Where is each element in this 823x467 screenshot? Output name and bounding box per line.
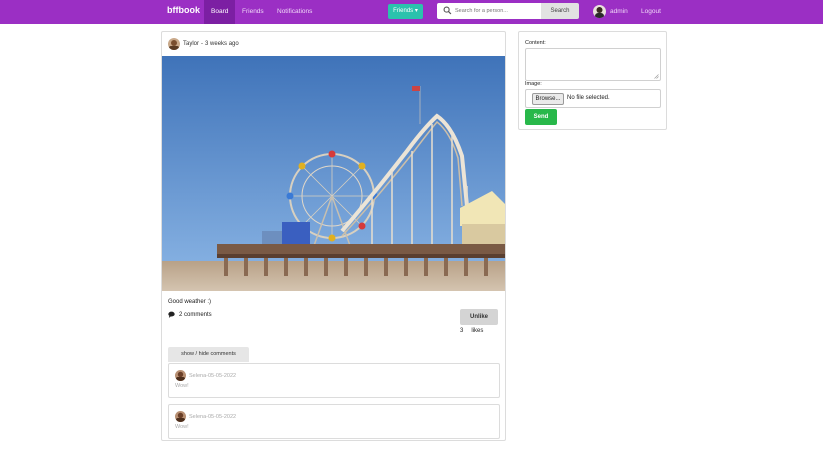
friends-dropdown-button[interactable]: Friends ▾: [388, 4, 423, 19]
search-button[interactable]: Search: [541, 3, 579, 19]
top-navbar: bffbook Board Friends Notifications Frie…: [0, 0, 823, 24]
nav-board[interactable]: Board: [204, 0, 236, 24]
compose-card: Content: Image: Browse... No file select…: [518, 31, 667, 130]
likes-number: 3: [460, 328, 464, 334]
file-status: No file selected.: [567, 95, 610, 101]
comment-meta: Selena-05-05-2022: [189, 372, 237, 379]
nav-friends[interactable]: Friends: [235, 0, 271, 24]
likes-label: likes: [471, 328, 484, 334]
nav-logout[interactable]: Logout: [641, 0, 661, 24]
author-avatar[interactable]: [168, 38, 180, 50]
post-text: Good weather :): [168, 299, 212, 305]
comment-item: Selena-05-05-2022 Wow!: [168, 404, 500, 439]
commenter-avatar[interactable]: [175, 411, 186, 422]
toggle-comments-button[interactable]: show / hide comments: [168, 347, 249, 362]
unlike-button[interactable]: Unlike: [460, 309, 498, 325]
search-icon: [443, 6, 452, 15]
content-textarea[interactable]: [525, 48, 661, 81]
brand-logo[interactable]: bffbook: [167, 5, 200, 15]
nav-username[interactable]: admin: [610, 0, 628, 24]
post-separator: -: [201, 41, 204, 47]
post-header: Taylor - 3 weeks ago: [168, 38, 239, 50]
image-file-input[interactable]: Browse... No file selected.: [525, 89, 661, 108]
post-image: [162, 56, 505, 291]
comments-count-label: 2 comments: [179, 311, 212, 318]
comment-icon: [168, 311, 175, 318]
content-label: Content:: [525, 40, 546, 46]
send-button[interactable]: Send: [525, 109, 557, 125]
search-input[interactable]: [437, 3, 541, 19]
browse-button[interactable]: Browse...: [532, 93, 564, 105]
image-label: Image:: [525, 81, 542, 87]
commenter-avatar[interactable]: [175, 370, 186, 381]
likes-count: 3 likes: [460, 328, 483, 334]
comment-body: Wow!: [175, 424, 189, 430]
comment-item: Selena-05-05-2022 Wow!: [168, 363, 500, 398]
post-card: Taylor - 3 weeks ago Good weather:) 2 c…: [161, 31, 506, 441]
search-bar: Search: [437, 3, 579, 19]
user-avatar[interactable]: [593, 5, 606, 18]
comment-body: Wow!: [175, 383, 189, 389]
nav-notifications[interactable]: Notifications: [270, 0, 319, 24]
post-timestamp: 3 weeks ago: [205, 41, 239, 47]
comment-meta: Selena-05-05-2022: [189, 413, 237, 420]
comments-count[interactable]: 2 comments: [168, 311, 212, 318]
post-author[interactable]: Taylor: [183, 41, 199, 47]
resize-grip-icon[interactable]: [654, 74, 659, 79]
